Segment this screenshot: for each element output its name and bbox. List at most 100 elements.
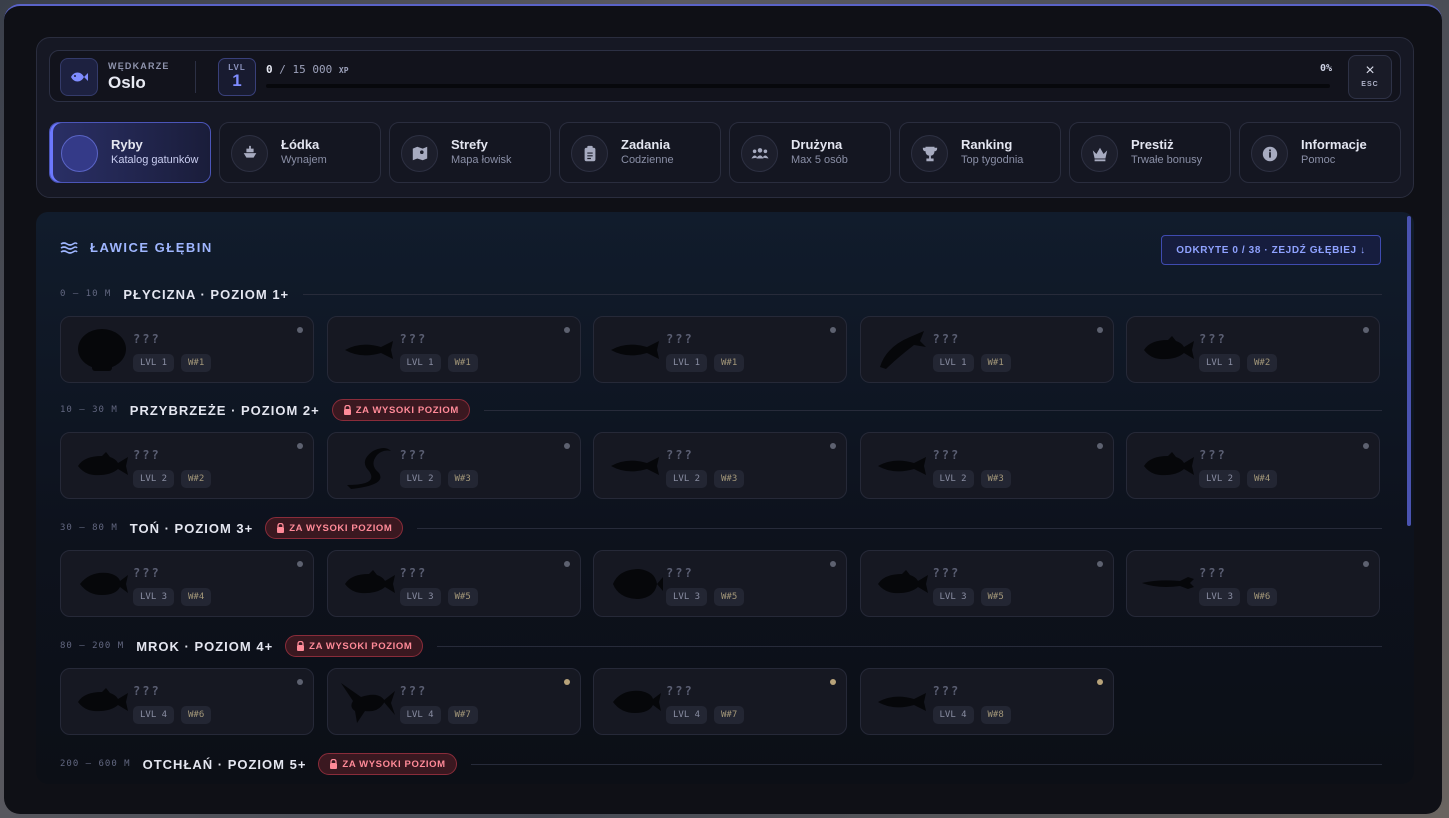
xp-progress-bar [266,84,1330,88]
fish-level-pill: LVL 2 [399,470,441,488]
fish-card[interactable]: ??? LVL 2 W#3 [326,432,581,499]
zone-divider [437,645,1382,647]
fish-card[interactable]: ??? LVL 1 W#1 [859,316,1114,383]
fish-level-pill: LVL 4 [399,706,441,724]
fish-silhouette-icon [611,457,659,475]
fish-level-pill: LVL 2 [932,470,974,488]
fish-location-pill: W#1 [181,354,212,372]
fish-card[interactable]: ??? LVL 2 W#3 [593,432,847,499]
fish-level-pill: LVL 3 [932,588,974,606]
fish-silhouette-icon [613,569,663,599]
fish-location-pill: W#2 [1247,354,1278,372]
fish-card[interactable]: ??? LVL 4 W#7 [326,668,581,735]
fish-name: ??? [1199,566,1227,580]
fish-card[interactable]: ??? LVL 4 W#8 [859,668,1114,735]
fish-silhouette-icon [80,572,128,595]
fish-card[interactable]: ??? LVL 2 W#3 [859,432,1114,499]
fish-silhouette [604,559,666,609]
fish-card[interactable]: ??? LVL 3 W#5 [593,550,847,617]
lock-icon [277,523,285,533]
fish-name: ??? [932,566,961,580]
fish-level-pill: LVL 3 [1199,588,1241,606]
tab-crown[interactable]: Prestiż Trwałe bonusy [1069,122,1231,183]
fish-card[interactable]: ??? LVL 4 W#6 [60,668,314,735]
tab-title: Drużyna [791,137,843,152]
fish-icon [71,72,88,82]
status-dot [1096,327,1103,333]
discover-deeper-button[interactable]: ODKRYTE 0 / 38 · ZEJDŹ GŁĘBIEJ ↓ [1161,235,1381,265]
fish-name: ??? [133,684,161,698]
tab-info[interactable]: Informacje Pomoc [1239,122,1401,183]
xp-max: 15 000 [292,63,333,76]
fish-name: ??? [932,448,961,462]
fish-card[interactable]: ??? LVL 3 W#4 [60,550,314,617]
tab-icon-wrap [571,135,608,172]
tab-title: Łódka [281,137,320,152]
fish-silhouette-icon [877,570,928,594]
scrollbar[interactable] [1407,216,1411,526]
zone-header: 200 – 600 M OTCHŁAŃ · POZIOM 5+ ZA WYSOKI … [60,753,1382,775]
team-icon [750,147,769,158]
fish-name: ??? [666,448,694,462]
lock-icon [297,641,305,651]
close-icon: × [1365,62,1375,79]
fish-location-pill: W#7 [714,706,745,724]
tab-title: Ryby [111,137,143,152]
fish-silhouette-icon [1144,452,1194,476]
fish-silhouette [338,325,400,375]
tab-subtitle: Codzienne [621,154,674,166]
tab-boat[interactable]: Łódka Wynajem [219,122,381,183]
tab-title: Ranking [961,137,1013,152]
fish-card[interactable]: ??? LVL 3 W#5 [326,550,581,617]
fish-card[interactable]: ??? LVL 4 W#7 [593,668,847,735]
fish-card[interactable]: ??? LVL 1 W#2 [1126,316,1380,383]
status-dot [1363,561,1369,567]
fish-card[interactable]: ??? LVL 2 W#2 [60,432,314,499]
fish-silhouette [1137,559,1199,609]
fish-card[interactable]: ??? LVL 2 W#4 [1126,432,1380,499]
fish-name: ??? [399,448,428,462]
tab-bar: Ryby Katalog gatunków Łódka Wynajem Strefy Ma… [49,122,1401,184]
zone-depth: 80 – 200 M [60,641,125,651]
fish-location-pill: W#4 [1247,470,1278,488]
tab-icon-wrap [911,135,948,172]
fish-silhouette [1137,441,1199,491]
status-dot [563,679,570,685]
fish-name: ??? [666,332,694,346]
map-icon [412,146,427,160]
fish-silhouette-icon [613,690,661,713]
tab-subtitle: Top tygodnia [961,154,1024,166]
lock-label: ZA WYSOKI POZIOM [355,404,459,416]
boat-icon [243,145,256,158]
fish-level-pill: LVL 3 [133,588,175,606]
fish-card[interactable]: ??? LVL 3 W#5 [859,550,1114,617]
fish-silhouette [71,677,133,727]
fish-silhouette [71,325,133,375]
info-icon [1262,146,1277,161]
fish-card[interactable]: ??? LVL 1 W#1 [60,316,314,383]
fish-card[interactable]: ??? LVL 3 W#6 [1126,550,1380,617]
fish-silhouette [604,441,666,491]
tab-fish[interactable]: Ryby Katalog gatunków [49,122,211,183]
fish-card[interactable]: ??? LVL 1 W#1 [593,316,847,383]
level-badge: LVL 1 [218,58,256,96]
fish-silhouette-icon [344,341,393,359]
fish-name: ??? [133,566,161,580]
xp-unit: XP [338,66,349,75]
fish-card[interactable]: ??? LVL 1 W#1 [326,316,581,383]
close-button[interactable]: × ESC [1348,55,1392,99]
close-label: ESC [1361,81,1379,88]
waves-icon [60,241,78,254]
tab-map[interactable]: Strefy Mapa łowisk [389,122,551,183]
fish-name: ??? [399,684,428,698]
tab-icon-wrap [1081,135,1118,172]
tab-team[interactable]: Drużyna Max 5 osób [729,122,891,183]
tab-trophy[interactable]: Ranking Top tygodnia [899,122,1061,183]
fish-silhouette-icon [78,688,128,712]
fish-silhouette-icon [1142,577,1194,589]
status-dot [563,443,570,449]
status-dot [830,327,836,333]
fish-icon [71,145,89,163]
fish-name: ??? [666,566,694,580]
tab-clipboard[interactable]: Zadania Codzienne [559,122,721,183]
